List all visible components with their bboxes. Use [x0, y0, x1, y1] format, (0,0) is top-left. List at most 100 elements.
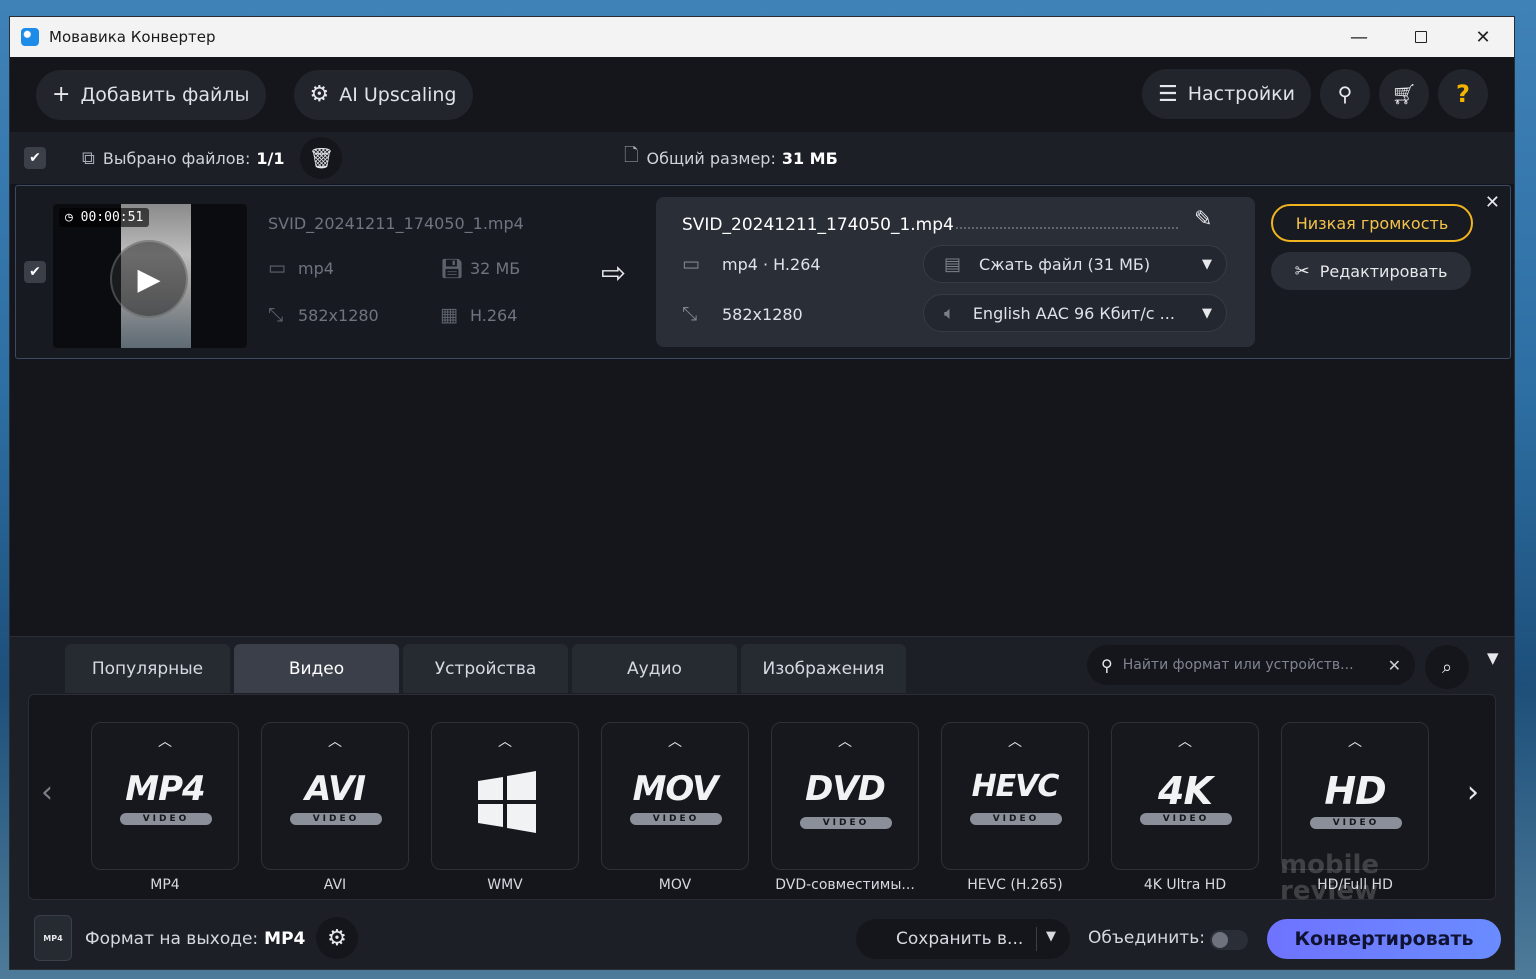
title-bar: Мовавика Конвертер — ✕	[10, 17, 1514, 57]
close-window-button[interactable]: ✕	[1452, 17, 1514, 57]
total-size-value: 31 МБ	[781, 148, 838, 168]
edit-button[interactable]: ✂ Редактировать	[1271, 252, 1471, 290]
tab-audio[interactable]: Аудио	[572, 644, 737, 693]
window-title: Мовавика Конвертер	[49, 28, 216, 46]
search-icon: ⚲	[1337, 82, 1353, 106]
format-label-mov: MOV	[658, 877, 692, 893]
source-filename: SVID_20241211_174050_1.mp4	[268, 214, 524, 233]
mp4-logo: MP4	[125, 769, 205, 809]
search-placeholder: Найти формат или устройств...	[1122, 657, 1354, 673]
save-disk-icon: 💾︎	[440, 258, 465, 280]
add-files-button[interactable]: + Добавить файлы	[36, 69, 266, 120]
remove-file-icon[interactable]: ✕	[1485, 192, 1500, 213]
avi-logo: AVI	[305, 769, 366, 809]
speaker-icon: 🔈︎	[944, 302, 955, 324]
add-files-label: Добавить файлы	[80, 83, 250, 106]
format-tabs: Популярные Видео Устройства Аудио Изобра…	[65, 644, 910, 693]
delete-button[interactable]: 🗑︎	[300, 137, 343, 179]
format-label-wmv: WMV	[487, 877, 523, 893]
selection-bar: ✔ ⧉ Выбрано файлов: 1/1 🗑︎ 🗋 Общий разме…	[10, 132, 1514, 184]
scissors-icon: ✂	[1294, 260, 1310, 282]
format-card-4k[interactable]: ︿ 4K VIDEO	[1111, 722, 1259, 870]
clear-search-icon[interactable]: ✕	[1388, 656, 1401, 675]
container-icon: ▭	[682, 253, 700, 275]
target-settings: SVID_20241211_174050_1.mp4 ✎ ▭ mp4 · H.2…	[656, 197, 1255, 347]
video-badge: VIDEO	[120, 813, 212, 825]
target-resolution: ⤡ 582x1280	[682, 303, 803, 325]
trash-icon: 🗑︎	[308, 146, 335, 170]
tab-popular[interactable]: Популярные	[65, 644, 230, 693]
file-row[interactable]: ✔ ▶ ◷ 00:00:51 SVID_20241211_174050_1.mp…	[15, 185, 1511, 359]
format-label-mp4: MP4	[150, 877, 180, 893]
format-label-hevc: HEVC (H.265)	[967, 877, 1063, 893]
total-size-label: Общий размер:	[646, 148, 776, 168]
video-badge: VIDEO	[1140, 813, 1232, 825]
help-button[interactable]: ?	[1438, 69, 1488, 119]
find-format-button[interactable]: ⌕	[1425, 645, 1469, 689]
format-panel: Популярные Видео Устройства Аудио Изобра…	[10, 636, 1514, 969]
format-card-avi[interactable]: ︿ AVI VIDEO	[261, 722, 409, 870]
low-volume-button[interactable]: Низкая громкость	[1271, 204, 1473, 242]
format-card-hd[interactable]: ︿ HD VIDEO	[1281, 722, 1429, 870]
tab-devices[interactable]: Устройства	[403, 644, 568, 693]
target-filename[interactable]: SVID_20241211_174050_1.mp4	[682, 215, 954, 235]
file-checkbox[interactable]: ✔	[24, 261, 46, 283]
target-format: ▭ mp4 · H.264	[682, 253, 821, 275]
tab-images[interactable]: Изображения	[741, 644, 906, 693]
merge-toggle[interactable]	[1210, 930, 1248, 950]
format-card-hevc[interactable]: ︿ HEVC VIDEO	[941, 722, 1089, 870]
selected-value: 1/1	[256, 148, 285, 168]
ai-chip-icon: ⚙	[309, 82, 330, 107]
format-card-dvd[interactable]: ︿ DVD VIDEO	[771, 722, 919, 870]
video-badge: VIDEO	[630, 813, 722, 825]
chevron-up-icon: ︿	[1348, 734, 1362, 750]
settings-button[interactable]: ☰ Настройки	[1141, 69, 1311, 119]
help-icon: ?	[1456, 80, 1470, 108]
format-search-input[interactable]: ⚲ Найти формат или устройств... ✕	[1087, 645, 1415, 685]
format-label-avi: AVI	[323, 877, 347, 893]
tab-video[interactable]: Видео	[234, 644, 399, 693]
output-format-value: MP4	[264, 929, 306, 949]
compress-dropdown[interactable]: ▤ Сжать файл (31 МБ) ▼	[923, 245, 1227, 283]
chevron-down-icon[interactable]: ▼	[1046, 929, 1056, 944]
rename-pencil-icon[interactable]: ✎	[1194, 207, 1212, 232]
cart-button[interactable]: 🛒︎	[1379, 69, 1429, 119]
chevron-up-icon: ︿	[1008, 734, 1022, 750]
watermark: mobile review	[1280, 850, 1380, 906]
format-card-wmv[interactable]: ︿	[431, 722, 579, 870]
select-all-checkbox[interactable]: ✔	[24, 147, 46, 169]
dvd-logo: DVD	[805, 769, 886, 809]
app-window: Мовавика Конвертер — ✕ + Добавить файлы …	[9, 16, 1515, 970]
search-icon: ⚲	[1101, 655, 1113, 675]
chevron-up-icon: ︿	[1178, 734, 1192, 750]
output-format: Формат на выходе: MP4	[85, 929, 306, 949]
video-badge: VIDEO	[1310, 817, 1402, 829]
format-label-4k: 4K Ultra HD	[1143, 877, 1227, 893]
filename-dots	[956, 227, 1178, 229]
format-card-mp4[interactable]: ︿ MP4 VIDEO	[91, 722, 239, 870]
chevron-right-icon[interactable]: ›	[1467, 775, 1479, 810]
format-card-mov[interactable]: ︿ MOV VIDEO	[601, 722, 749, 870]
output-format-icon[interactable]: MP4	[34, 915, 72, 961]
convert-button[interactable]: Конвертировать	[1267, 919, 1501, 959]
play-icon[interactable]: ▶	[110, 240, 188, 318]
resize-icon: ⤡	[268, 304, 284, 326]
merge-label: Объединить:	[1088, 928, 1205, 948]
source-codec: ▦ H.264	[440, 304, 518, 326]
ai-upscaling-button[interactable]: ⚙ AI Upscaling	[293, 69, 473, 120]
collapse-panel-icon[interactable]: ▼	[1487, 649, 1499, 667]
video-thumbnail[interactable]: ▶ ◷ 00:00:51	[53, 204, 247, 348]
audio-dropdown[interactable]: 🔈︎ English AAC 96 Кбит/с ... ▼	[923, 294, 1227, 332]
video-badge: VIDEO	[800, 817, 892, 829]
video-badge: VIDEO	[290, 813, 382, 825]
toolbar: + Добавить файлы ⚙ AI Upscaling ☰ Настро…	[10, 57, 1514, 132]
chevron-left-icon[interactable]: ‹	[41, 775, 53, 810]
minimize-button[interactable]: —	[1328, 17, 1390, 57]
format-cards: ‹ ︿ MP4 VIDEO MP4 ︿ AVI VIDEO AVI ︿ WMV …	[28, 694, 1496, 900]
output-settings-button[interactable]: ⚙	[316, 917, 358, 959]
maximize-button[interactable]	[1390, 17, 1452, 57]
format-label-dvd: DVD-совместимы...	[775, 877, 915, 893]
source-resolution: ⤡ 582x1280	[268, 304, 379, 326]
search-button[interactable]: ⚲	[1320, 69, 1370, 119]
save-to-button[interactable]: Сохранить в... ▼	[856, 919, 1070, 959]
